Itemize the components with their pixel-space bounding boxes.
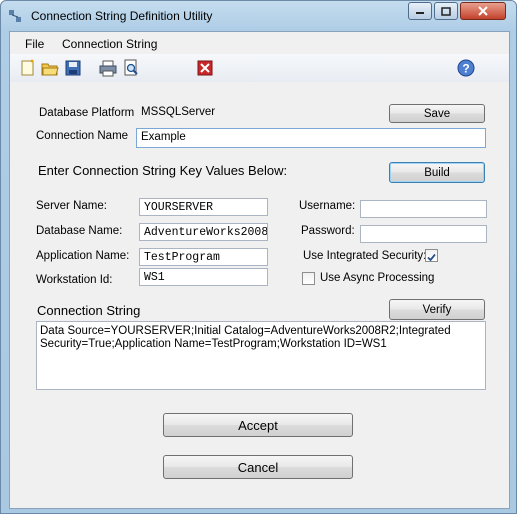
application-name-input[interactable]: TestProgram bbox=[139, 248, 268, 266]
username-input[interactable] bbox=[360, 200, 487, 218]
accept-button[interactable]: Accept bbox=[163, 413, 353, 437]
menu-file[interactable]: File bbox=[25, 37, 44, 51]
help-icon[interactable]: ? bbox=[457, 59, 475, 77]
open-folder-icon[interactable] bbox=[41, 59, 59, 77]
menu-bar: File Connection String bbox=[10, 32, 509, 54]
minimize-button[interactable] bbox=[408, 2, 432, 20]
cancel-button[interactable]: Cancel bbox=[163, 455, 353, 479]
close-icon bbox=[478, 6, 488, 16]
save-button[interactable]: Save bbox=[389, 104, 485, 123]
password-label: Password: bbox=[301, 225, 355, 237]
connection-name-label: Connection Name bbox=[36, 130, 129, 142]
app-window: Connection String Definition Utility Fil… bbox=[0, 0, 517, 514]
connection-string-textarea[interactable]: Data Source=YOURSERVER;Initial Catalog=A… bbox=[36, 321, 486, 390]
database-platform-field: MSSQLServer bbox=[136, 103, 312, 123]
integrated-security-checkbox[interactable] bbox=[425, 249, 438, 262]
password-input[interactable] bbox=[360, 225, 487, 243]
workstation-id-label: Workstation Id: bbox=[36, 274, 113, 286]
new-file-icon[interactable] bbox=[19, 59, 37, 77]
minimize-icon bbox=[416, 12, 424, 14]
database-name-label: Database Name: bbox=[36, 225, 123, 237]
menu-connection-string[interactable]: Connection String bbox=[62, 37, 157, 51]
exit-icon[interactable] bbox=[196, 59, 214, 77]
async-processing-label: Use Async Processing bbox=[320, 272, 435, 284]
svg-text:?: ? bbox=[462, 62, 469, 76]
toolbar: ? bbox=[10, 54, 509, 82]
server-name-input[interactable]: YOURSERVER bbox=[139, 198, 268, 216]
application-name-label: Application Name: bbox=[36, 250, 130, 262]
maximize-button[interactable] bbox=[434, 2, 458, 20]
checkmark-icon bbox=[427, 253, 436, 262]
async-processing-checkbox[interactable] bbox=[302, 272, 315, 285]
save-icon[interactable] bbox=[64, 59, 82, 77]
database-name-input[interactable]: AdventureWorks2008 bbox=[139, 223, 268, 241]
build-button[interactable]: Build bbox=[389, 162, 485, 183]
close-button[interactable] bbox=[460, 2, 506, 20]
integrated-security-label: Use Integrated Security: bbox=[303, 250, 427, 262]
username-label: Username: bbox=[299, 200, 356, 212]
maximize-icon bbox=[441, 6, 451, 16]
workstation-id-input[interactable]: WS1 bbox=[139, 268, 268, 286]
print-icon[interactable] bbox=[99, 59, 117, 77]
print-preview-icon[interactable] bbox=[122, 59, 140, 77]
key-values-heading: Enter Connection String Key Values Below… bbox=[38, 163, 288, 178]
database-platform-label: Database Platform bbox=[39, 107, 135, 119]
connection-name-input[interactable]: Example bbox=[136, 128, 486, 148]
verify-button[interactable]: Verify bbox=[389, 299, 485, 320]
server-name-label: Server Name: bbox=[36, 200, 107, 212]
client-area: File Connection String ? Database Platfo… bbox=[9, 31, 510, 509]
connection-string-heading: Connection String bbox=[37, 303, 141, 318]
title-bar[interactable]: Connection String Definition Utility bbox=[1, 1, 516, 31]
window-title: Connection String Definition Utility bbox=[31, 9, 213, 23]
app-icon bbox=[9, 10, 21, 22]
